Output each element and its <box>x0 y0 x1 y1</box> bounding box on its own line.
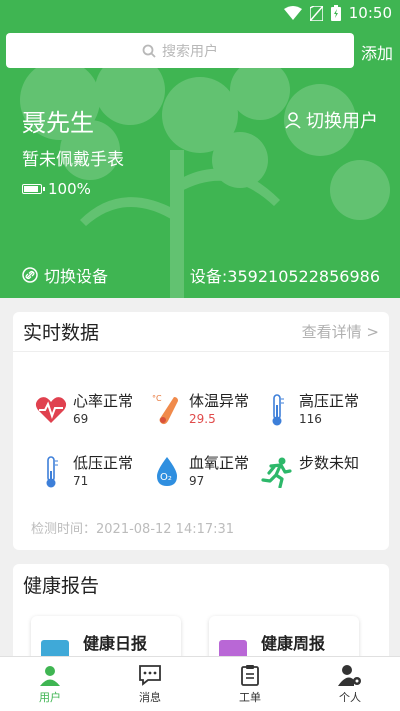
metric-name: 血氧正常 <box>189 454 250 472</box>
health-report-title: 健康报告 <box>23 574 100 597</box>
metric-heart-rate[interactable]: 心率正常 69 <box>35 392 133 428</box>
metric-temperature[interactable]: °C 体温异常 29.5 <box>151 392 249 428</box>
metric-name: 心率正常 <box>73 392 134 410</box>
heart-rate-icon <box>35 397 67 423</box>
tab-user[interactable]: 用户 <box>0 657 100 711</box>
metric-value: 69 <box>73 412 89 426</box>
metric-name: 高压正常 <box>299 392 360 410</box>
battery-label: 100% <box>48 180 91 198</box>
metric-steps[interactable]: 步数未知 <box>261 454 359 490</box>
user-settings-icon <box>338 664 361 686</box>
link-icon <box>22 267 38 283</box>
user-icon <box>40 665 60 686</box>
switch-user-label: 切换用户 <box>306 111 378 132</box>
wifi-icon <box>283 6 302 20</box>
daily-report-label: 健康日报 <box>83 634 148 653</box>
realtime-title: 实时数据 <box>23 322 100 344</box>
search-placeholder: 搜索用户 <box>162 43 218 60</box>
add-button[interactable]: 添加 <box>361 40 393 64</box>
metric-name: 步数未知 <box>299 454 360 472</box>
thermometer-icon <box>272 394 284 426</box>
tab-messages[interactable]: 消息 <box>100 657 200 711</box>
switch-user-button[interactable]: 切换用户 <box>284 107 378 133</box>
no-sim-icon <box>309 5 323 21</box>
tab-label: 个人 <box>339 690 361 704</box>
message-icon <box>139 664 161 686</box>
tab-work-orders[interactable]: 工单 <box>200 657 300 711</box>
metric-value: 116 <box>299 412 322 426</box>
check-time: 检测时间：2021-08-12 14:17:31 <box>31 522 235 537</box>
view-details-link[interactable]: 查看详情 > <box>302 321 379 342</box>
tab-label: 工单 <box>239 690 261 704</box>
metric-diastolic[interactable]: 低压正常 71 <box>35 454 133 490</box>
tab-label: 用户 <box>39 690 61 704</box>
tab-personal[interactable]: 个人 <box>300 657 400 711</box>
device-id: 设备:359210522856986 <box>189 267 380 286</box>
metric-name: 低压正常 <box>73 454 134 472</box>
thermometer-icon <box>46 456 58 488</box>
metric-value: 71 <box>73 474 89 488</box>
metric-oxygen[interactable]: O₂ 血氧正常 97 <box>151 454 249 490</box>
weekly-report-label: 健康周报 <box>261 634 326 653</box>
svg-text:°C: °C <box>152 394 162 403</box>
thermometer-icon: °C <box>152 394 178 425</box>
user-name: 聂先生 <box>22 109 94 137</box>
battery-status: 100% <box>22 180 91 198</box>
status-bar: 10:50 <box>0 0 400 30</box>
oxygen-drop-icon: O₂ <box>157 457 177 486</box>
svg-text:O₂: O₂ <box>160 472 172 483</box>
status-time: 10:50 <box>348 4 392 22</box>
battery-charging-icon <box>330 5 341 21</box>
switch-device-button[interactable]: 切换设备 <box>22 263 108 287</box>
metric-name: 体温异常 <box>189 392 250 410</box>
search-input[interactable]: 搜索用户 <box>6 33 354 68</box>
metric-value: 29.5 <box>189 412 216 426</box>
tab-label: 消息 <box>139 690 161 704</box>
battery-icon <box>22 184 45 194</box>
metric-systolic[interactable]: 高压正常 116 <box>261 392 359 428</box>
switch-device-label: 切换设备 <box>44 267 109 286</box>
clipboard-icon <box>241 664 259 686</box>
search-icon <box>142 44 156 58</box>
realtime-card: 实时数据 查看详情 > 心率正常 69 °C 体温异常 29.5 高压正常 116 低… <box>13 312 389 550</box>
bottom-tab-bar: 用户 消息 工单 个人 <box>0 656 400 711</box>
user-outline-icon <box>285 112 301 129</box>
metric-value: 97 <box>189 474 205 488</box>
battery-fill <box>24 186 38 192</box>
running-icon <box>261 457 292 488</box>
watch-status: 暂未佩戴手表 <box>22 150 124 170</box>
